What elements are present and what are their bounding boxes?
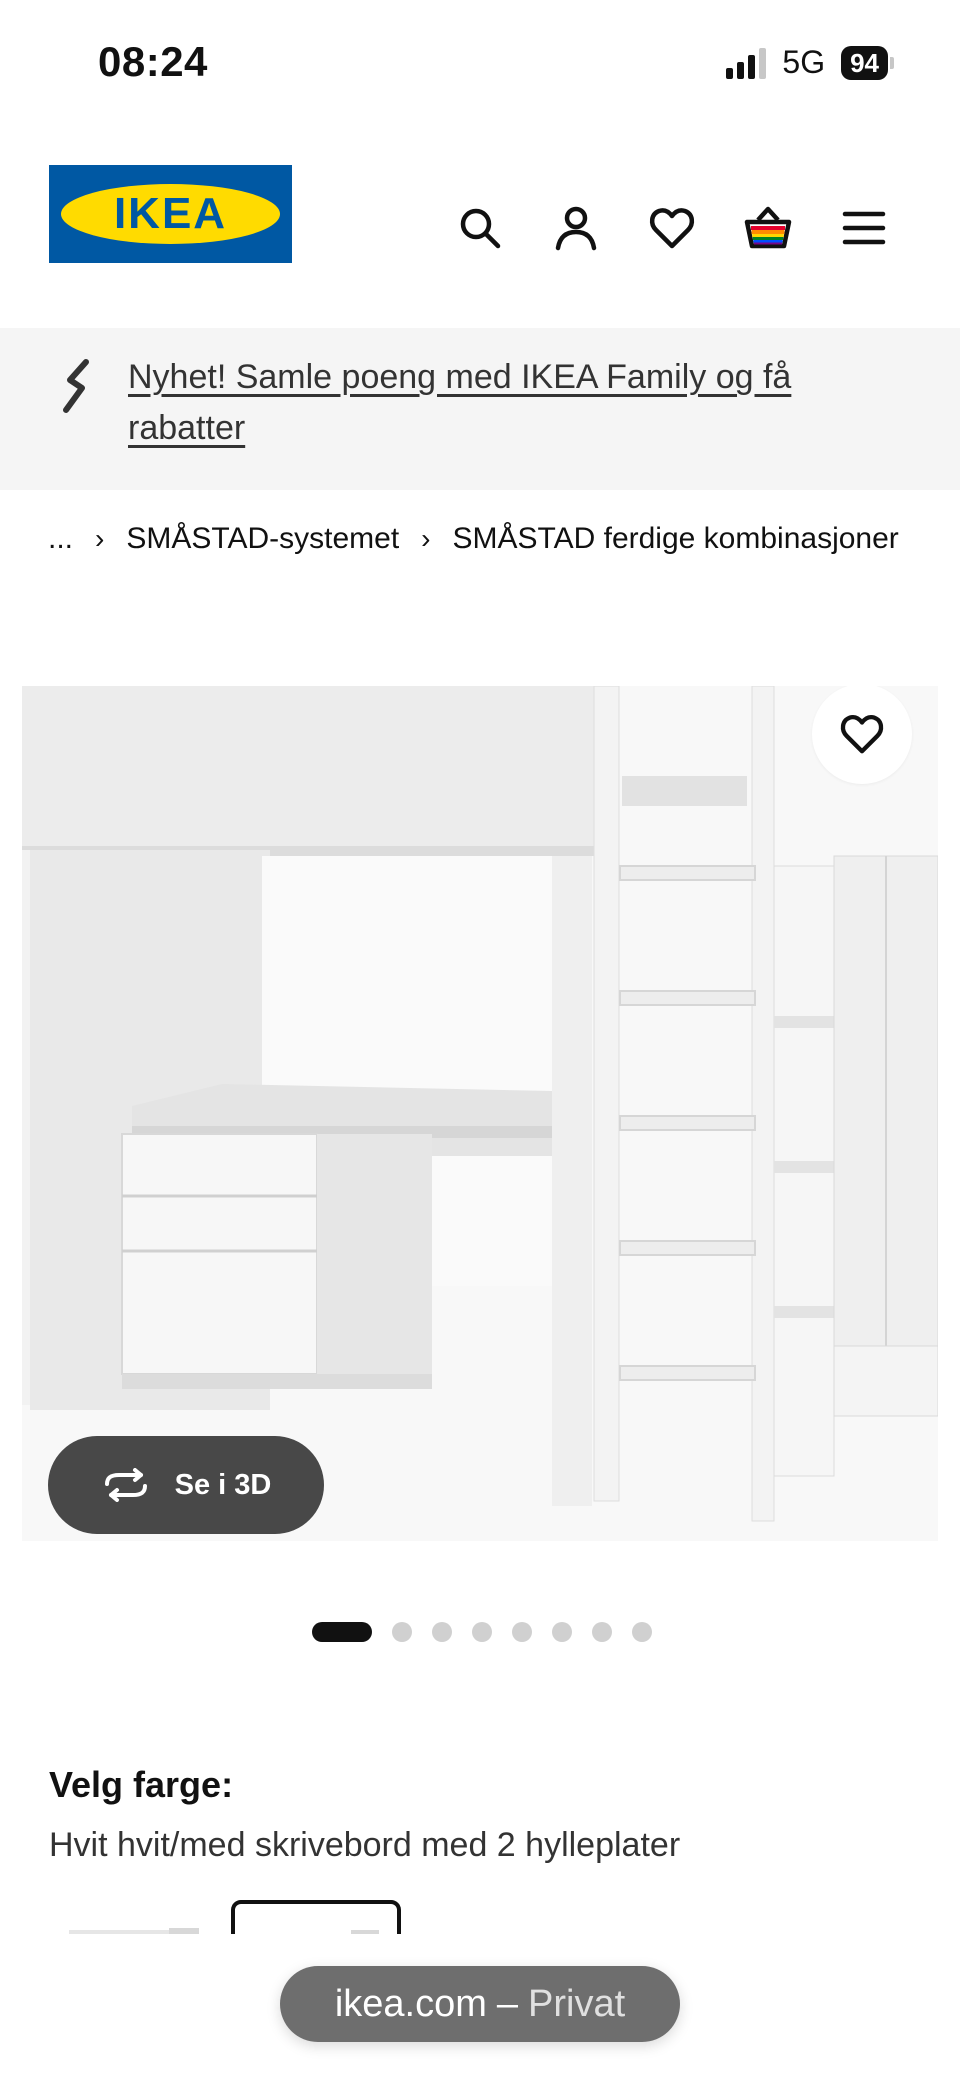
promo-link[interactable]: Nyhet! Samle poeng med IKEA Family og få… <box>128 352 888 454</box>
search-icon[interactable] <box>444 192 516 264</box>
color-swatches <box>49 1900 919 1934</box>
carousel-dot-active[interactable] <box>312 1622 372 1642</box>
ikea-logo[interactable]: IKEA <box>49 165 292 263</box>
selected-color: Hvit hvit/med skrivebord med 2 hylleplat… <box>49 1826 681 1864</box>
battery-icon: 94 <box>841 45 894 80</box>
status-indicators: 5G 94 <box>726 44 894 81</box>
url-domain: ikea.com <box>334 1982 487 2025</box>
breadcrumb-item[interactable]: SMÅSTAD-systemet <box>126 522 399 556</box>
breadcrumb-item[interactable]: SMÅSTAD ferdige kombinasjoner <box>452 522 898 556</box>
breadcrumb-ellipsis[interactable]: ... <box>48 522 73 556</box>
view-3d-button[interactable]: Se i 3D <box>48 1436 324 1534</box>
carousel-dot[interactable] <box>472 1622 492 1642</box>
cart-icon[interactable] <box>732 192 804 264</box>
loft-bed-illustration <box>22 686 938 1522</box>
ikea-family-icon <box>63 359 89 413</box>
status-time: 08:24 <box>98 38 208 85</box>
carousel-dot[interactable] <box>552 1622 572 1642</box>
private-mode-label: Privat <box>528 1982 626 2025</box>
color-swatch-selected[interactable] <box>231 1900 401 1934</box>
site-header: IKEA <box>0 120 960 328</box>
chevron-right-icon: › <box>95 523 105 554</box>
carousel-pagination <box>312 1622 652 1642</box>
header-actions <box>444 192 900 264</box>
profile-icon[interactable] <box>540 192 612 264</box>
product-image[interactable]: Se i 3D <box>22 686 938 1541</box>
rotate-3d-icon <box>104 1468 147 1502</box>
chevron-right-icon: › <box>421 523 431 554</box>
color-swatch[interactable] <box>49 1900 219 1934</box>
carousel-dot[interactable] <box>512 1622 532 1642</box>
menu-icon[interactable] <box>828 192 900 264</box>
carousel-dot[interactable] <box>392 1622 412 1642</box>
heart-icon[interactable] <box>636 192 708 264</box>
carousel-dot[interactable] <box>632 1622 652 1642</box>
heart-icon <box>840 714 884 754</box>
carousel-dot[interactable] <box>432 1622 452 1642</box>
browser-address-bar[interactable]: ikea.com – Privat <box>280 1966 680 2042</box>
status-bar: 08:24 5G 94 <box>0 0 960 120</box>
battery-level: 94 <box>841 45 888 80</box>
breadcrumb: ... › SMÅSTAD-systemet › SMÅSTAD ferdige… <box>48 522 899 556</box>
network-type: 5G <box>782 44 826 80</box>
url-separator: – <box>496 1982 519 2025</box>
carousel-dot[interactable] <box>592 1622 612 1642</box>
logo-text: IKEA <box>113 189 228 238</box>
color-label: Velg farge: <box>49 1764 234 1805</box>
signal-icon <box>726 47 767 79</box>
favorite-button[interactable] <box>812 686 912 784</box>
promo-banner: Nyhet! Samle poeng med IKEA Family og få… <box>0 328 960 490</box>
view-3d-label: Se i 3D <box>174 1468 272 1501</box>
